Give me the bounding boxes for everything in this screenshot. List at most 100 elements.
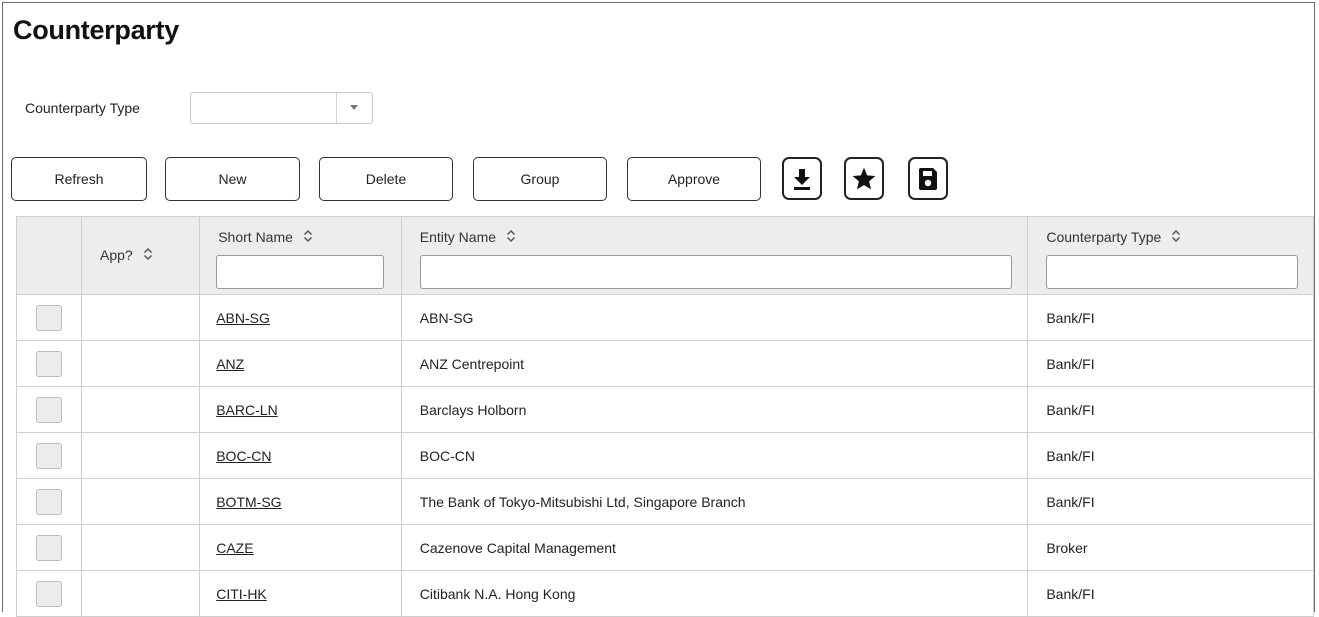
table-row[interactable]: BOTM-SG The Bank of Tokyo-Mitsubishi Ltd… (16, 478, 1314, 525)
type-cell: Bank/FI (1027, 570, 1314, 617)
entity-name-text: The Bank of Tokyo-Mitsubishi Ltd, Singap… (419, 493, 746, 510)
new-button[interactable]: New (165, 157, 300, 201)
counterparty-type-text: Bank/FI (1046, 585, 1095, 602)
row-checkbox[interactable] (35, 580, 62, 607)
chevron-down-icon[interactable] (350, 105, 358, 110)
entity-name-cell: Citibank N.A. Hong Kong (400, 570, 1029, 617)
table-row[interactable]: ANZ ANZ Centrepoint Bank/FI (16, 340, 1314, 387)
row-select-cell (16, 524, 82, 571)
group-button[interactable]: Group (473, 157, 607, 201)
entity-name-cell: ANZ Centrepoint (400, 340, 1029, 387)
counterparty-type-text: Broker (1046, 539, 1088, 556)
short-name-link[interactable]: BOTM-SG (216, 494, 281, 510)
short-name-cell: BOTM-SG (199, 478, 402, 525)
sort-icon[interactable] (506, 229, 516, 243)
short-name-cell: BARC-LN (199, 386, 402, 433)
app-cell (80, 294, 201, 341)
type-cell: Bank/FI (1027, 340, 1314, 387)
counterparty-table: App? Short Name Entity Name Counterparty… (16, 216, 1314, 617)
row-checkbox[interactable] (35, 350, 62, 377)
select-column-header (16, 216, 82, 295)
download-button[interactable] (782, 157, 822, 200)
counterparty-type-select[interactable] (190, 92, 373, 124)
type-cell: Broker (1027, 524, 1314, 571)
delete-button[interactable]: Delete (319, 157, 453, 201)
short-name-filter-input[interactable] (216, 255, 385, 289)
counterparty-type-text: Bank/FI (1046, 309, 1095, 326)
row-select-cell (16, 570, 82, 617)
table-row[interactable]: CAZE Cazenove Capital Management Broker (16, 524, 1314, 571)
app-cell (80, 432, 201, 479)
column-header-label: App? (99, 247, 133, 263)
entity-name-text: ABN-SG (419, 309, 474, 326)
row-select-cell (16, 340, 82, 387)
short-name-link[interactable]: BOC-CN (216, 448, 271, 464)
row-select-cell (16, 386, 82, 433)
app-cell (80, 386, 201, 433)
row-select-cell (16, 294, 82, 341)
table-row[interactable]: CITI-HK Citibank N.A. Hong Kong Bank/FI (16, 570, 1314, 617)
short-name-link[interactable]: CITI-HK (216, 586, 267, 602)
entity-name-cell: Cazenove Capital Management (400, 524, 1029, 571)
short-name-link[interactable]: BARC-LN (216, 402, 277, 418)
sort-icon[interactable] (143, 247, 153, 261)
row-checkbox[interactable] (35, 396, 62, 423)
counterparty-panel: Counterparty Counterparty Type Refresh N… (2, 2, 1315, 617)
type-cell: Bank/FI (1027, 432, 1314, 479)
app-cell (80, 524, 201, 571)
select-divider (336, 93, 337, 123)
short-name-cell: CITI-HK (199, 570, 402, 617)
column-header-short-name[interactable]: Short Name (199, 216, 402, 295)
row-select-cell (16, 432, 82, 479)
entity-name-cell: The Bank of Tokyo-Mitsubishi Ltd, Singap… (400, 478, 1029, 525)
row-checkbox[interactable] (35, 442, 62, 469)
type-cell: Bank/FI (1027, 478, 1314, 525)
column-header-label: Entity Name (419, 229, 497, 245)
save-icon (919, 167, 937, 190)
approve-button[interactable]: Approve (627, 157, 761, 201)
entity-name-cell: BOC-CN (400, 432, 1029, 479)
short-name-link[interactable]: ANZ (216, 356, 244, 372)
save-button[interactable] (908, 157, 948, 200)
sort-icon[interactable] (1171, 229, 1181, 243)
app-cell (80, 478, 201, 525)
short-name-link[interactable]: CAZE (216, 540, 253, 556)
column-header-entity-name[interactable]: Entity Name (400, 216, 1029, 295)
table-row[interactable]: BOC-CN BOC-CN Bank/FI (16, 432, 1314, 479)
counterparty-type-filter-input[interactable] (1046, 255, 1299, 289)
favorite-button[interactable] (844, 157, 884, 200)
column-header-label: Counterparty Type (1046, 229, 1162, 245)
app-cell (80, 340, 201, 387)
counterparty-type-text: Bank/FI (1046, 493, 1095, 510)
row-checkbox[interactable] (35, 488, 62, 515)
row-checkbox[interactable] (35, 534, 62, 561)
entity-name-text: Citibank N.A. Hong Kong (419, 585, 576, 602)
short-name-link[interactable]: ABN-SG (216, 310, 270, 326)
column-header-label: Short Name (218, 229, 293, 245)
type-cell: Bank/FI (1027, 294, 1314, 341)
counterparty-type-text: Bank/FI (1046, 355, 1095, 372)
short-name-cell: BOC-CN (199, 432, 402, 479)
counterparty-type-text: Bank/FI (1046, 401, 1095, 418)
table-row[interactable]: ABN-SG ABN-SG Bank/FI (16, 294, 1314, 341)
short-name-cell: CAZE (199, 524, 402, 571)
entity-name-cell: ABN-SG (400, 294, 1029, 341)
entity-name-text: BOC-CN (419, 447, 475, 464)
app-cell (80, 570, 201, 617)
star-icon (852, 167, 876, 189)
refresh-button[interactable]: Refresh (11, 157, 147, 201)
type-cell: Bank/FI (1027, 386, 1314, 433)
entity-name-text: ANZ Centrepoint (419, 355, 525, 372)
counterparty-type-filter-label: Counterparty Type (25, 100, 140, 116)
entity-name-cell: Barclays Holborn (400, 386, 1029, 433)
download-icon (794, 168, 810, 190)
column-header-app[interactable]: App? (80, 216, 201, 295)
sort-icon[interactable] (303, 229, 313, 243)
table-row[interactable]: BARC-LN Barclays Holborn Bank/FI (16, 386, 1314, 433)
row-checkbox[interactable] (35, 304, 62, 331)
short-name-cell: ANZ (199, 340, 402, 387)
entity-name-filter-input[interactable] (419, 255, 1012, 289)
row-select-cell (16, 478, 82, 525)
short-name-cell: ABN-SG (199, 294, 402, 341)
column-header-counterparty-type[interactable]: Counterparty Type (1027, 216, 1314, 295)
